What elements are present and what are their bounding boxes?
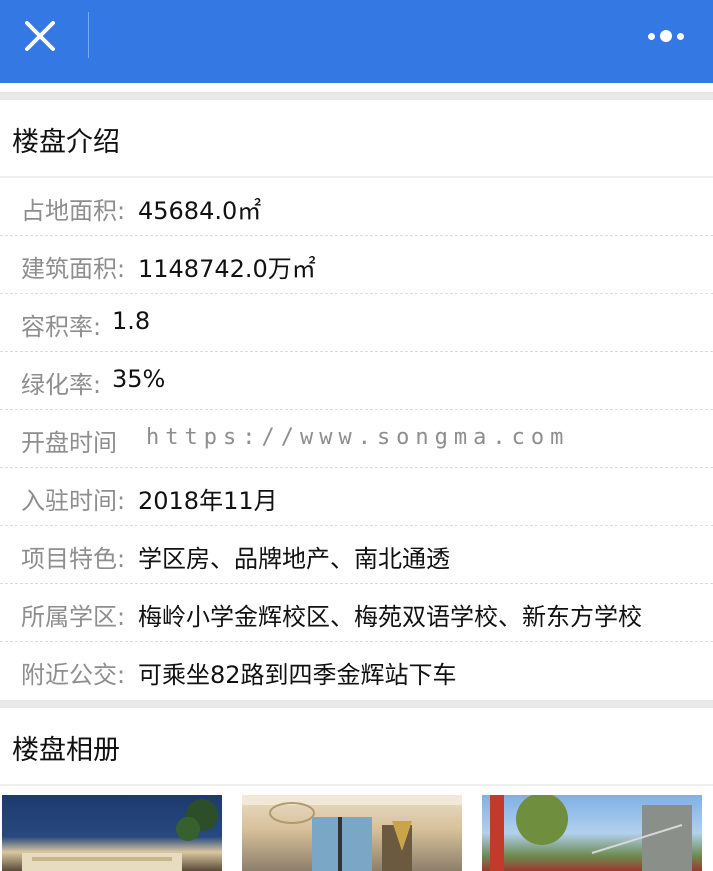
album-photo-construction[interactable] xyxy=(482,795,702,871)
info-row-land-area: 占地面积: 45684.0㎡ xyxy=(0,178,713,236)
info-value: 45684.0㎡ xyxy=(138,197,262,225)
info-value: 2018年11月 xyxy=(138,487,278,515)
info-label: 容积率: xyxy=(21,313,102,341)
info-row-features: 项目特色: 学区房、品牌地产、南北通透 xyxy=(0,526,713,584)
interior-illustration xyxy=(242,795,462,871)
section-divider xyxy=(0,700,713,708)
more-dots-icon xyxy=(648,32,655,40)
info-value: 1148742.0万㎡ xyxy=(138,255,316,283)
info-row-building-area: 建筑面积: 1148742.0万㎡ xyxy=(0,236,713,294)
info-row-bus: 附近公交: 可乘坐82路到四季金辉站下车 xyxy=(0,642,713,700)
info-label: 入驻时间: xyxy=(21,487,126,515)
info-value-link[interactable]: https://www.songma.com xyxy=(146,425,569,450)
info-label: 绿化率: xyxy=(21,371,102,399)
info-row-opening-time: 开盘时间 https://www.songma.com xyxy=(0,410,713,468)
album-section-title: 楼盘相册 xyxy=(12,735,120,766)
info-value: 35% xyxy=(112,365,166,393)
close-button[interactable] xyxy=(14,12,66,60)
construction-illustration xyxy=(490,795,692,871)
info-value: 1.8 xyxy=(112,307,151,335)
top-bar xyxy=(0,0,713,83)
more-dots-icon-right xyxy=(677,32,684,40)
info-value: 学区房、品牌地产、南北通透 xyxy=(138,545,450,573)
info-label: 项目特色: xyxy=(21,545,126,573)
more-options-button[interactable] xyxy=(637,14,695,58)
section-divider xyxy=(0,92,713,100)
info-label: 所属学区: xyxy=(21,603,126,631)
album-photo-interior[interactable] xyxy=(242,795,462,871)
info-label: 建筑面积: xyxy=(21,255,126,283)
title-separator xyxy=(0,784,713,786)
info-value: 梅岭小学金辉校区、梅苑双语学校、新东方学校 xyxy=(138,603,642,631)
close-icon xyxy=(25,21,55,51)
building-exterior-illustration xyxy=(22,799,218,871)
info-label: 开盘时间 xyxy=(21,429,117,457)
info-row-green-ratio: 绿化率: 35% xyxy=(0,352,713,410)
more-dots-icon-center xyxy=(660,30,672,42)
info-row-plot-ratio: 容积率: 1.8 xyxy=(0,294,713,352)
intro-section-title: 楼盘介绍 xyxy=(12,127,120,158)
info-row-move-in-time: 入驻时间: 2018年11月 xyxy=(0,468,713,526)
info-label: 占地面积: xyxy=(21,197,126,225)
topbar-divider xyxy=(88,12,89,58)
info-row-school-district: 所属学区: 梅岭小学金辉校区、梅苑双语学校、新东方学校 xyxy=(0,584,713,642)
info-value: 可乘坐82路到四季金辉站下车 xyxy=(138,661,457,689)
info-label: 附近公交: xyxy=(21,661,126,689)
album-photo-exterior[interactable] xyxy=(2,795,222,871)
